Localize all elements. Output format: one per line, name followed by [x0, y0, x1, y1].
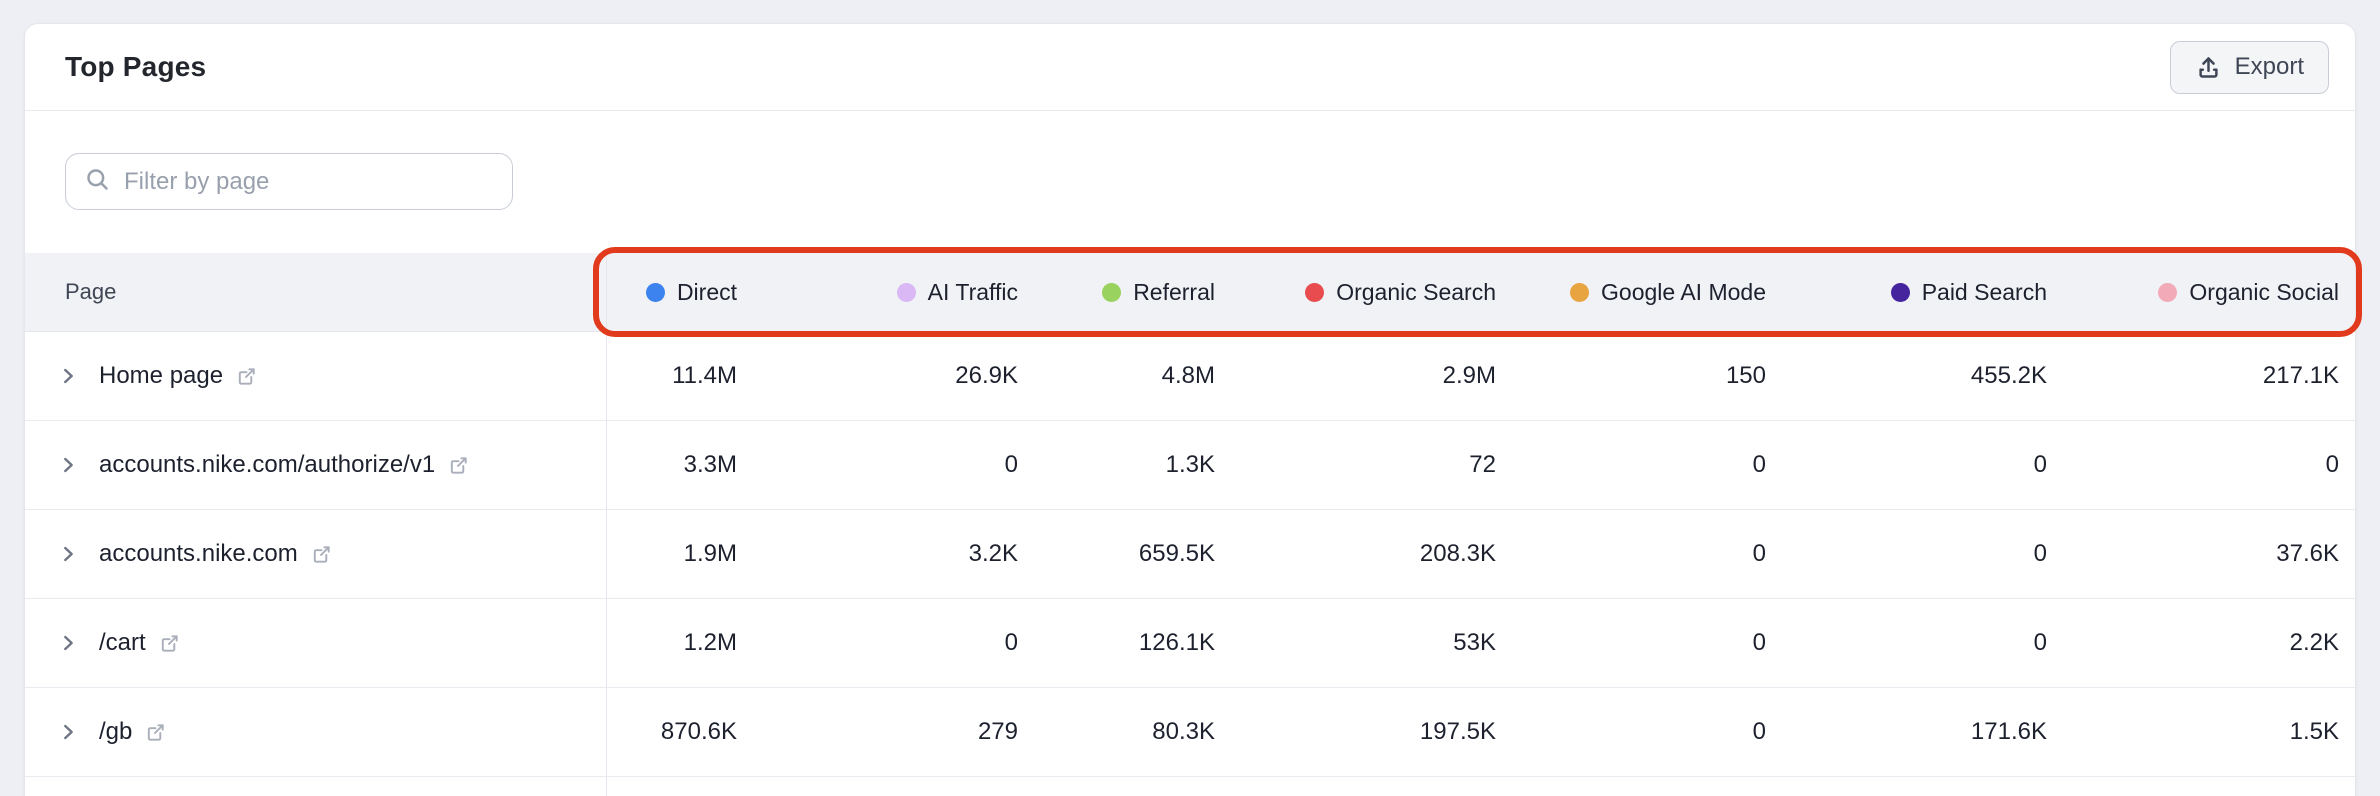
channel-label: Organic Social	[2189, 278, 2339, 305]
chevron-right-icon[interactable]	[57, 632, 79, 654]
value-cell: 870.6K	[660, 718, 737, 745]
channel-label: Google AI Mode	[1601, 278, 1766, 305]
page-name: Home page	[99, 362, 224, 389]
value-cell: 1.5K	[2289, 718, 2339, 745]
value-cell: 217.1K	[2262, 362, 2339, 389]
channel-column-header[interactable]: Google AI Mode	[1496, 253, 1766, 331]
partial-grid	[607, 777, 2355, 796]
value-cell: 659.5K	[1138, 540, 1215, 567]
partial-next-row	[25, 777, 2355, 796]
page-name: /gb	[99, 718, 133, 745]
page-name: accounts.nike.com	[99, 540, 298, 567]
value-cell: 2.2K	[2289, 629, 2339, 656]
search-icon	[84, 166, 111, 198]
channel-color-dot	[1570, 282, 1590, 302]
chevron-right-icon[interactable]	[57, 543, 79, 565]
value-cell: 3.2K	[968, 540, 1018, 567]
external-link-icon[interactable]	[447, 454, 470, 477]
value-cell: 0	[1752, 451, 1766, 478]
page-column-header: Page	[25, 253, 607, 331]
table-row: /gb 870.6K 279 80.3K 197.5K 0 171.6K 1.5K	[25, 688, 2355, 777]
table-row: /cart 1.2M 0 126.1K 53K 0 0 2.2K	[25, 599, 2355, 688]
chevron-right-icon[interactable]	[57, 365, 79, 387]
value-cell: 0	[1004, 451, 1018, 478]
value-cell: 4.8M	[1161, 362, 1215, 389]
channel-legend: Direct AI Traffic Referral Organic Searc…	[607, 253, 2355, 331]
channel-column-header[interactable]: Referral	[1018, 253, 1215, 331]
filter-section	[25, 111, 2355, 210]
value-cell: 72	[1469, 451, 1496, 478]
table-row: accounts.nike.com/authorize/v1 3.3M 0 1.3K…	[25, 421, 2355, 510]
value-cell: 197.5K	[1419, 718, 1496, 745]
channel-color-dot	[896, 282, 916, 302]
channel-color-dot	[1890, 282, 1910, 302]
page-cell: /gb	[25, 688, 607, 776]
page-cell: /cart	[25, 599, 607, 687]
value-cell: 150	[1725, 362, 1766, 389]
value-cell: 171.6K	[1970, 718, 2047, 745]
channel-column-header[interactable]: Organic Social	[2047, 253, 2339, 331]
page-name: accounts.nike.com/authorize/v1	[99, 451, 436, 478]
channel-color-dot	[1305, 282, 1325, 302]
card-header: Top Pages Export	[25, 24, 2355, 111]
value-cell: 1.2M	[683, 629, 737, 656]
value-cell: 208.3K	[1419, 540, 1496, 567]
value-cell: 0	[1752, 629, 1766, 656]
channel-color-dot	[1102, 282, 1122, 302]
value-cell: 0	[2033, 540, 2047, 567]
page-name: /cart	[99, 629, 146, 656]
value-cell: 11.4M	[672, 362, 737, 389]
page-title: Top Pages	[65, 51, 207, 82]
value-cell: 126.1K	[1138, 629, 1215, 656]
filter-input[interactable]	[124, 167, 494, 196]
value-cell: 0	[2325, 451, 2339, 478]
table-row: accounts.nike.com 1.9M 3.2K 659.5K 208.3K 0 0…	[25, 510, 2355, 599]
value-cell: 0	[1752, 718, 1766, 745]
table-row: Home page 11.4M 26.9K 4.8M 2.9M 150 455.2K 217…	[25, 332, 2355, 421]
value-cell: 455.2K	[1970, 362, 2047, 389]
page-cell: accounts.nike.com	[25, 510, 607, 598]
channel-color-dot	[645, 282, 665, 302]
value-cell: 279	[977, 718, 1018, 745]
page-cell: Home page	[25, 332, 607, 420]
channel-label: Direct	[676, 278, 737, 305]
partial-page-cell	[25, 777, 607, 796]
page-cell: accounts.nike.com/authorize/v1	[25, 421, 607, 509]
value-cell: 80.3K	[1152, 718, 1215, 745]
channel-column-header[interactable]: Direct	[607, 253, 737, 331]
top-pages-card: Top Pages Export Filter by page Page Dir…	[24, 23, 2356, 796]
value-cell: 0	[1752, 540, 1766, 567]
chevron-right-icon[interactable]	[57, 721, 79, 743]
upload-icon	[2195, 54, 2222, 81]
channel-column-header[interactable]: Organic Search	[1215, 253, 1496, 331]
filter-box	[65, 153, 513, 210]
external-link-icon[interactable]	[310, 543, 333, 566]
channel-column-header[interactable]: AI Traffic	[737, 253, 1018, 331]
channel-label: Paid Search	[1921, 278, 2047, 305]
value-cell: 53K	[1453, 629, 1496, 656]
external-link-icon[interactable]	[235, 365, 258, 388]
external-link-icon[interactable]	[158, 632, 181, 655]
value-cell: 3.3M	[683, 451, 737, 478]
value-cell: 0	[2033, 451, 2047, 478]
chevron-right-icon[interactable]	[57, 454, 79, 476]
channel-column-header[interactable]: Paid Search	[1766, 253, 2047, 331]
export-button-label: Export	[2234, 53, 2304, 80]
external-link-icon[interactable]	[144, 721, 167, 744]
channel-color-dot	[2158, 282, 2178, 302]
value-cell: 1.3K	[1165, 451, 1215, 478]
column-header-row: Page Direct AI Traffic Referral Organic …	[25, 253, 2355, 332]
channel-label: Referral	[1133, 278, 1215, 305]
value-cell: 0	[2033, 629, 2047, 656]
value-cell: 2.9M	[1442, 362, 1496, 389]
value-cell: 1.9M	[683, 540, 737, 567]
value-cell: 37.6K	[2276, 540, 2339, 567]
channel-label: AI Traffic	[927, 278, 1018, 305]
top-pages-table: Page Direct AI Traffic Referral Organic …	[25, 253, 2355, 796]
value-cell: 0	[1004, 629, 1018, 656]
value-cell: 26.9K	[955, 362, 1018, 389]
channel-label: Organic Search	[1336, 278, 1496, 305]
export-button[interactable]: Export	[2169, 40, 2329, 94]
